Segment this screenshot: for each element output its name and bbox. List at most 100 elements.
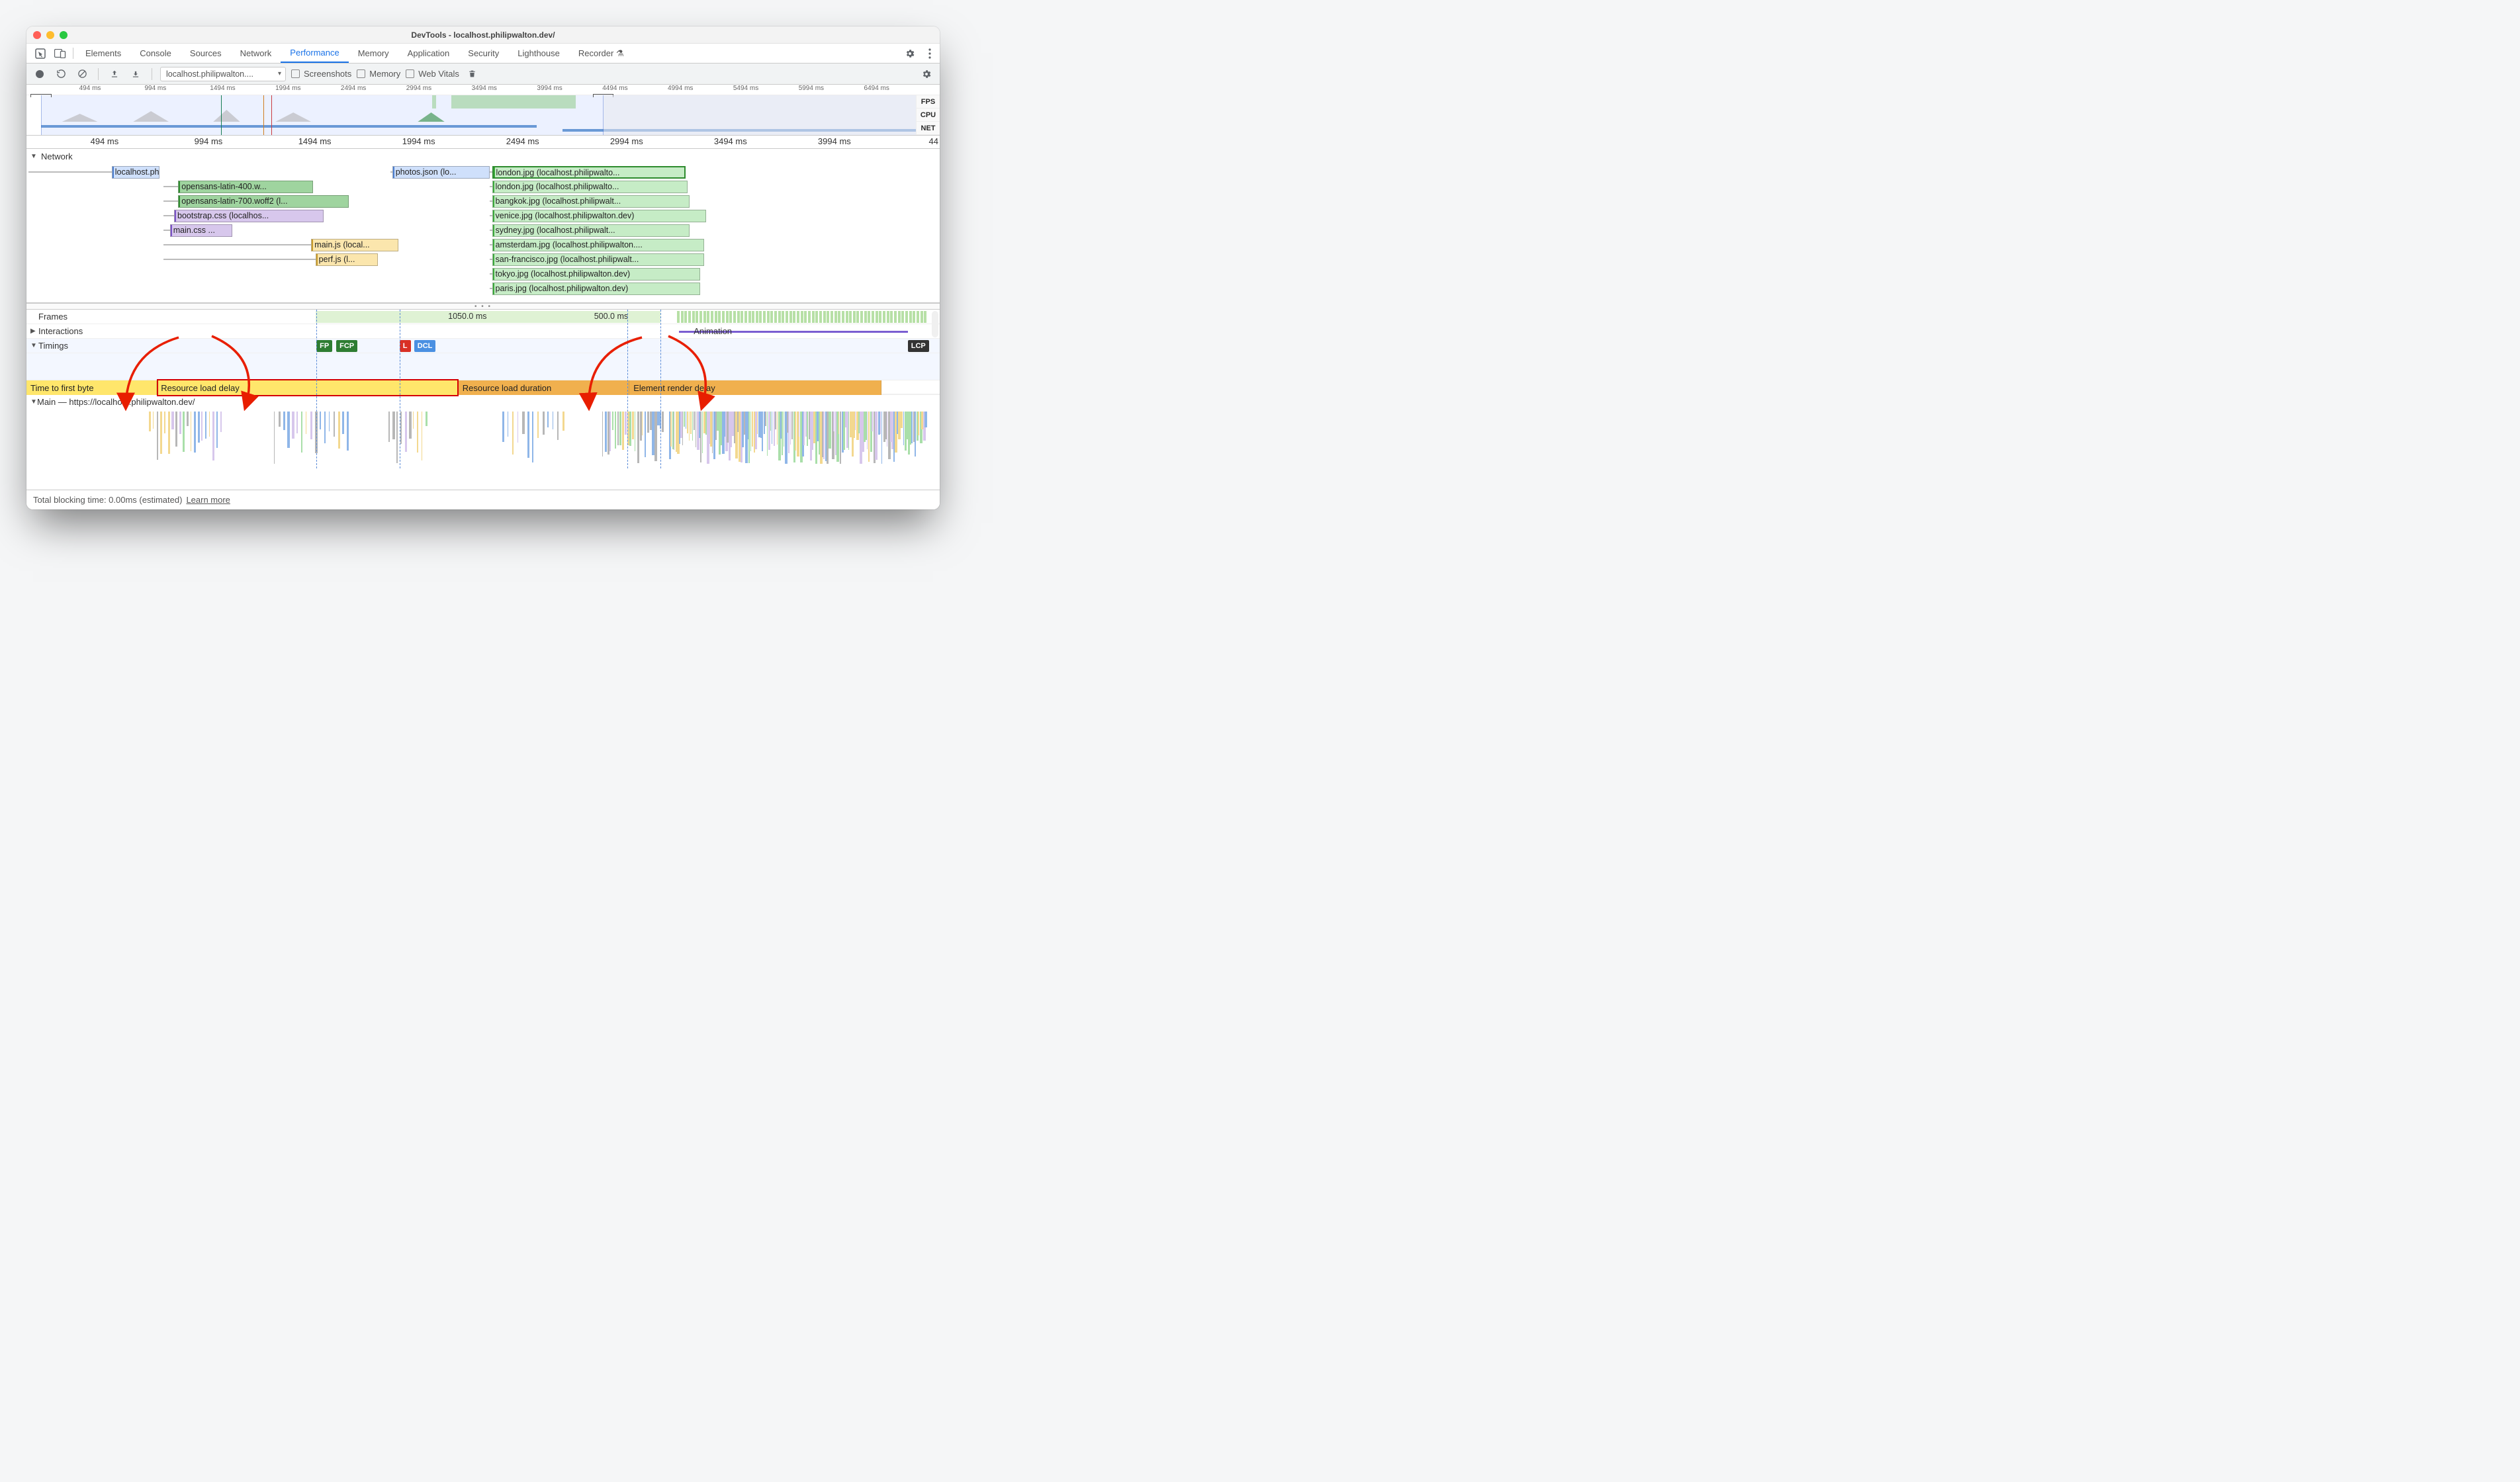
device-icon[interactable] (50, 44, 70, 63)
lane-label-fps: FPS (916, 95, 940, 109)
network-request[interactable]: bootstrap.css (localhos... (174, 210, 324, 222)
network-request-label: photos.json (lo... (396, 167, 457, 177)
overview-panel[interactable]: 494 ms994 ms1494 ms1994 ms2494 ms2994 ms… (26, 85, 940, 136)
network-request[interactable]: main.css ... (170, 224, 232, 237)
url-dropdown-label: localhost.philipwalton.... (166, 69, 253, 79)
network-request[interactable]: localhost.phi... (112, 166, 159, 179)
timeline-ruler[interactable]: 494 ms994 ms1494 ms1994 ms2494 ms2994 ms… (26, 136, 940, 149)
overview-tick: 5994 ms (799, 85, 824, 92)
tab-memory[interactable]: Memory (349, 44, 398, 63)
panel-settings-icon[interactable] (919, 66, 934, 82)
splitter-icon[interactable]: • • • (26, 303, 940, 310)
clear-icon[interactable] (74, 66, 90, 82)
frame-duration: 500.0 ms (594, 312, 628, 321)
network-request[interactable]: london.jpg (localhost.philipwalto... (492, 166, 686, 179)
network-request[interactable]: amsterdam.jpg (localhost.philipwalton...… (492, 239, 704, 251)
tab-performance[interactable]: Performance (281, 44, 348, 63)
network-request[interactable]: venice.jpg (localhost.philipwalton.dev) (492, 210, 707, 222)
network-request[interactable]: main.js (local... (311, 239, 398, 251)
timings-row[interactable]: ▼ Timings FPFCPLDCLLCP (26, 339, 940, 353)
timing-badge-lcp[interactable]: LCP (908, 340, 929, 352)
network-header-label: Network (41, 152, 73, 161)
lane-label-cpu: CPU (916, 109, 940, 122)
tab-elements[interactable]: Elements (76, 44, 130, 63)
timing-badge-fp[interactable]: FP (316, 340, 332, 352)
timing-segment[interactable]: Time to first byte (26, 380, 157, 395)
timing-badge-fcp[interactable]: FCP (336, 340, 357, 352)
kebab-icon[interactable] (920, 44, 940, 63)
timings-segments-row[interactable]: Time to first byteResource load delayRes… (26, 380, 940, 394)
main-flamegraph[interactable] (26, 409, 940, 468)
traffic-lights (33, 31, 68, 39)
overview-tick: 3494 ms (472, 85, 497, 92)
tab-security[interactable]: Security (459, 44, 508, 63)
url-dropdown[interactable]: localhost.philipwalton.... (160, 67, 286, 81)
network-request[interactable]: london.jpg (localhost.philipwalto... (492, 181, 688, 193)
network-request[interactable]: opensans-latin-400.w... (178, 181, 313, 193)
screenshots-label: Screenshots (304, 69, 351, 79)
timeline-tick: 3494 ms (714, 136, 747, 146)
timing-badge-dcl[interactable]: DCL (414, 340, 436, 352)
network-request[interactable]: tokyo.jpg (localhost.philipwalton.dev) (492, 268, 700, 281)
network-request[interactable]: bangkok.jpg (localhost.philipwalt... (492, 195, 690, 208)
tab-sources[interactable]: Sources (181, 44, 231, 63)
lane-label-net: NET (916, 122, 940, 135)
timing-segment[interactable]: Resource load delay (157, 380, 459, 395)
trash-icon[interactable] (465, 66, 480, 82)
timing-segment[interactable]: Element render delay (629, 380, 881, 395)
close-icon[interactable] (33, 31, 41, 39)
main-thread-header[interactable]: ▼ Main — https://localhost.philipwalton.… (26, 394, 940, 409)
network-waterfall[interactable]: localhost.phi... opensans-latin-400.w... o… (26, 163, 940, 302)
network-request[interactable]: perf.js (l... (316, 253, 378, 266)
overview-tick: 3994 ms (537, 85, 562, 92)
network-request-label: london.jpg (localhost.philipwalto... (496, 182, 619, 191)
scrollbar[interactable] (932, 311, 938, 337)
frames-row[interactable]: Frames 1050.0 ms500.0 ms (26, 310, 940, 324)
overview-tick: 494 ms (79, 85, 101, 92)
timeline-tick: 1494 ms (298, 136, 332, 146)
settings-icon[interactable] (900, 44, 920, 63)
frame-duration: 1050.0 ms (448, 312, 486, 321)
network-request[interactable]: photos.json (lo... (392, 166, 490, 179)
timing-segment[interactable]: Resource load duration (459, 380, 629, 395)
network-request[interactable]: san-francisco.jpg (localhost.philipwalt.… (492, 253, 704, 266)
tab-recorder-[interactable]: Recorder ⚗ (569, 44, 633, 63)
interactions-row[interactable]: ▶ Interactions Animation (26, 324, 940, 339)
footer-text: Total blocking time: 0.00ms (estimated) (33, 495, 182, 505)
network-request[interactable]: opensans-latin-700.woff2 (l... (178, 195, 349, 208)
overview-tick: 4494 ms (602, 85, 627, 92)
network-request[interactable]: paris.jpg (localhost.philipwalton.dev) (492, 283, 700, 295)
tab-network[interactable]: Network (231, 44, 281, 63)
tab-console[interactable]: Console (130, 44, 181, 63)
webvitals-checkbox[interactable]: Web Vitals (406, 69, 459, 79)
overview-tick: 5494 ms (733, 85, 758, 92)
zoom-icon[interactable] (60, 31, 68, 39)
timing-badge-l[interactable]: L (400, 340, 411, 352)
timeline-tick: 3994 ms (818, 136, 851, 146)
network-request[interactable]: sydney.jpg (localhost.philipwalt... (492, 224, 690, 237)
network-header[interactable]: ▼ Network (26, 149, 940, 163)
download-icon[interactable] (128, 66, 144, 82)
tab-lighthouse[interactable]: Lighthouse (508, 44, 569, 63)
network-request-label: localhost.phi... (115, 167, 159, 177)
disclosure-triangle-icon: ▼ (30, 398, 37, 406)
screenshots-checkbox[interactable]: Screenshots (291, 69, 351, 79)
timeline-tick: 1994 ms (402, 136, 435, 146)
tab-application[interactable]: Application (398, 44, 459, 63)
network-request-label: london.jpg (localhost.philipwalto... (496, 168, 620, 177)
footer-link[interactable]: Learn more (186, 495, 230, 505)
overview-tick: 2494 ms (341, 85, 366, 92)
memory-checkbox[interactable]: Memory (357, 69, 400, 79)
footer: Total blocking time: 0.00ms (estimated) … (26, 490, 940, 509)
network-section: ▼ Network localhost.phi... opensans-latin… (26, 149, 940, 303)
panel-tabs-row: ElementsConsoleSourcesNetworkPerformance… (26, 44, 940, 64)
upload-icon[interactable] (107, 66, 122, 82)
record-icon[interactable] (32, 66, 48, 82)
inspect-icon[interactable] (30, 44, 50, 63)
overview-tick: 2994 ms (406, 85, 431, 92)
overview-tick: 4994 ms (668, 85, 693, 92)
overview-tick: 1494 ms (210, 85, 235, 92)
reload-icon[interactable] (53, 66, 69, 82)
timeline-tick: 2994 ms (610, 136, 643, 146)
minimize-icon[interactable] (46, 31, 54, 39)
